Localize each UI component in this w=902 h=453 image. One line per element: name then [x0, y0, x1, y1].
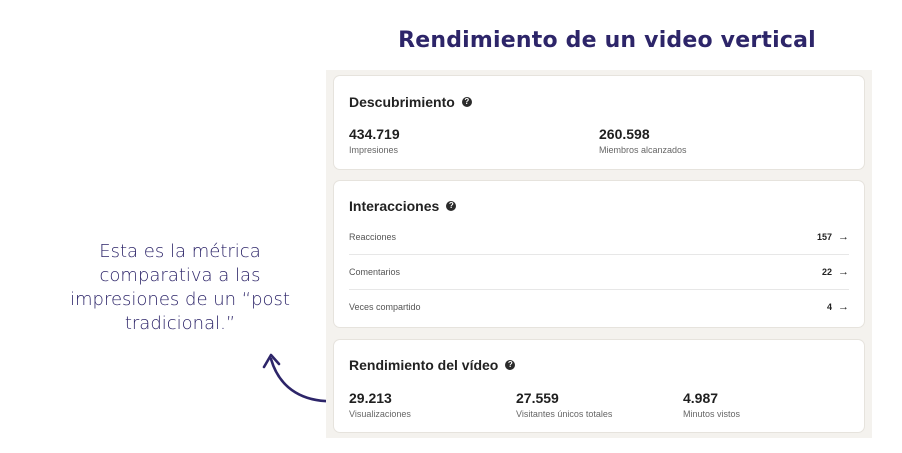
metric-label: Visitantes únicos totales	[516, 409, 613, 419]
row-label: Comentarios	[349, 266, 401, 277]
interactions-card: Interacciones ? Reacciones 157 → Comenta…	[334, 181, 864, 327]
help-icon[interactable]: ?	[461, 97, 472, 107]
metric-value: 260.598	[599, 126, 650, 142]
analytics-panel: Descubrimiento ? 434.719 Impresiones 260…	[326, 70, 872, 438]
arrow-right-icon[interactable]: →	[838, 231, 849, 243]
row-value: 157	[816, 231, 832, 242]
help-icon[interactable]: ?	[505, 360, 516, 370]
interaction-row-shares[interactable]: Veces compartido 4 →	[349, 289, 849, 324]
help-icon[interactable]: ?	[446, 201, 457, 211]
interaction-row-reactions[interactable]: Reacciones 157 →	[349, 219, 849, 254]
row-value: 4	[826, 301, 832, 312]
metric-impressions: 434.719 Impresiones	[349, 126, 400, 155]
annotation-text: Esta es la métrica comparativa a las imp…	[70, 241, 290, 334]
metric-value: 4.987	[683, 390, 719, 406]
row-label: Veces compartido	[349, 301, 421, 312]
metric-label: Miembros alcanzados	[599, 145, 687, 155]
metric-value: 29.213	[349, 390, 392, 406]
metric-views: 29.213 Visualizaciones	[349, 390, 411, 419]
arrow-right-icon[interactable]: →	[838, 266, 849, 278]
metric-value: 27.559	[516, 390, 559, 406]
metric-label: Impresiones	[349, 145, 399, 155]
video-title: Rendimiento del vídeo ?	[349, 357, 516, 373]
interaction-row-comments[interactable]: Comentarios 22 →	[349, 254, 849, 289]
metric-label: Minutos vistos	[683, 409, 741, 419]
arrow-right-icon[interactable]: →	[838, 301, 849, 313]
headline: Rendimiento de un video vertical	[398, 28, 816, 53]
metric-label: Visualizaciones	[349, 409, 411, 419]
row-label: Reacciones	[349, 231, 397, 242]
metric-unique-visitors: 27.559 Visitantes únicos totales	[516, 390, 612, 419]
video-performance-card: Rendimiento del vídeo ? 29.213 Visualiza…	[334, 340, 864, 432]
discovery-card: Descubrimiento ? 434.719 Impresiones 260…	[334, 76, 864, 169]
row-value: 22	[821, 266, 832, 277]
discovery-title: Descubrimiento ?	[349, 94, 472, 110]
interactions-title-text: Interacciones	[349, 198, 440, 214]
video-title-text: Rendimiento del vídeo	[349, 357, 499, 373]
interactions-title: Interacciones ?	[349, 198, 457, 214]
metric-minutes-watched: 4.987 Minutos vistos	[683, 390, 740, 419]
metric-members-reached: 260.598 Miembros alcanzados	[599, 126, 687, 155]
discovery-title-text: Descubrimiento	[349, 94, 455, 110]
metric-value: 434.719	[349, 126, 400, 142]
